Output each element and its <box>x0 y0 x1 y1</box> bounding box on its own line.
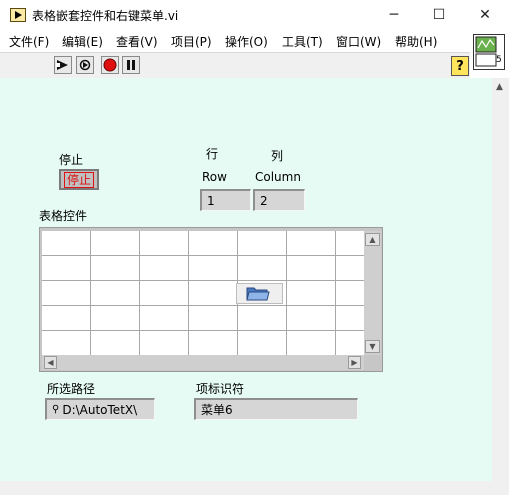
table-cell[interactable] <box>336 231 364 256</box>
context-help-button[interactable]: ? <box>451 56 469 76</box>
table-grid[interactable] <box>42 231 364 355</box>
row-indicator: 1 <box>200 189 251 211</box>
row-label: Row <box>202 170 227 184</box>
table-cell[interactable] <box>140 231 189 256</box>
table-cell[interactable] <box>336 331 364 355</box>
menu-edit[interactable]: 编辑(E) <box>62 33 103 50</box>
table-vertical-scrollbar[interactable]: ▲ ▼ <box>364 231 381 355</box>
table-cell[interactable] <box>189 256 238 281</box>
labview-vi-icon <box>10 8 26 22</box>
scroll-left-icon[interactable]: ◀ <box>44 356 57 369</box>
menu-file[interactable]: 文件(F) <box>9 33 49 50</box>
run-continuously-icon[interactable] <box>76 56 94 74</box>
table-cell[interactable] <box>42 306 91 331</box>
table-cell[interactable] <box>238 306 287 331</box>
table-cell[interactable] <box>287 231 336 256</box>
path-value: D:\AutoTetX\ <box>62 402 138 417</box>
table-cell[interactable] <box>336 306 364 331</box>
menu-tools[interactable]: 工具(T) <box>282 33 323 50</box>
abort-icon[interactable] <box>101 56 119 74</box>
scroll-down-icon[interactable]: ▼ <box>365 340 380 353</box>
menu-window[interactable]: 窗口(W) <box>336 33 381 50</box>
column-label: Column <box>255 170 301 184</box>
table-cell[interactable] <box>189 306 238 331</box>
table-cell[interactable] <box>287 281 336 306</box>
stop-label: 停止 <box>59 153 84 167</box>
pause-icon[interactable] <box>122 56 140 74</box>
table-cell[interactable] <box>42 231 91 256</box>
table-cell[interactable] <box>336 256 364 281</box>
table-cell[interactable] <box>336 281 364 306</box>
table-cell[interactable] <box>287 256 336 281</box>
menu-operate[interactable]: 操作(O) <box>225 33 268 50</box>
menu-view[interactable]: 查看(V) <box>116 33 158 50</box>
table-cell[interactable] <box>91 256 140 281</box>
scroll-up-icon[interactable]: ▲ <box>365 233 380 246</box>
window-title: 表格嵌套控件和右键菜单.vi <box>32 9 179 23</box>
scroll-up-icon[interactable]: ▲ <box>496 82 503 92</box>
item-id-indicator: 菜单6 <box>194 398 358 420</box>
table-cell[interactable] <box>91 331 140 355</box>
table-cell[interactable] <box>42 281 91 306</box>
connector-number: 5 <box>496 55 502 65</box>
table-cell[interactable] <box>189 281 238 306</box>
table-cell[interactable] <box>189 231 238 256</box>
panel-horizontal-scrollbar[interactable] <box>0 481 509 495</box>
folder-icon[interactable] <box>236 283 283 304</box>
scroll-right-icon[interactable]: ▶ <box>348 356 361 369</box>
table-cell[interactable] <box>238 256 287 281</box>
table-cell[interactable] <box>140 306 189 331</box>
table-cell[interactable] <box>42 256 91 281</box>
stop-button[interactable]: 停止 <box>59 169 99 190</box>
stop-button-text: 停止 <box>63 171 94 188</box>
table-cell[interactable] <box>91 281 140 306</box>
table-cell[interactable] <box>140 256 189 281</box>
run-arrow-icon[interactable] <box>54 56 72 74</box>
table-label: 表格控件 <box>39 209 88 223</box>
table-cell[interactable] <box>140 331 189 355</box>
vi-connector-pane-icon: 5 <box>473 34 505 70</box>
path-indicator[interactable]: ⚲ D:\AutoTetX\ <box>45 398 155 420</box>
menu-help[interactable]: 帮助(H) <box>395 33 437 50</box>
minimize-button[interactable]: ─ <box>371 0 417 30</box>
path-label: 所选路径 <box>47 382 96 396</box>
column-indicator: 2 <box>253 189 305 211</box>
table-cell[interactable] <box>238 231 287 256</box>
table-cell[interactable] <box>287 331 336 355</box>
table-cell[interactable] <box>238 331 287 355</box>
table-cell[interactable] <box>91 306 140 331</box>
menu-project[interactable]: 项目(P) <box>171 33 212 50</box>
path-browse-icon: ⚲ <box>52 404 60 415</box>
panel-vertical-scrollbar[interactable]: ▲ <box>492 78 509 481</box>
column-header: 列 <box>271 149 284 163</box>
table-cell[interactable] <box>42 331 91 355</box>
row-header: 行 <box>206 147 219 161</box>
maximize-button[interactable]: ☐ <box>416 0 462 30</box>
table-horizontal-scrollbar[interactable]: ◀ ▶ <box>42 355 364 370</box>
table-cell[interactable] <box>91 231 140 256</box>
item-id-label: 项标识符 <box>196 382 245 396</box>
table-cell[interactable] <box>189 331 238 355</box>
close-button[interactable]: ✕ <box>462 0 508 30</box>
table-cell[interactable] <box>287 306 336 331</box>
table-cell[interactable] <box>140 281 189 306</box>
